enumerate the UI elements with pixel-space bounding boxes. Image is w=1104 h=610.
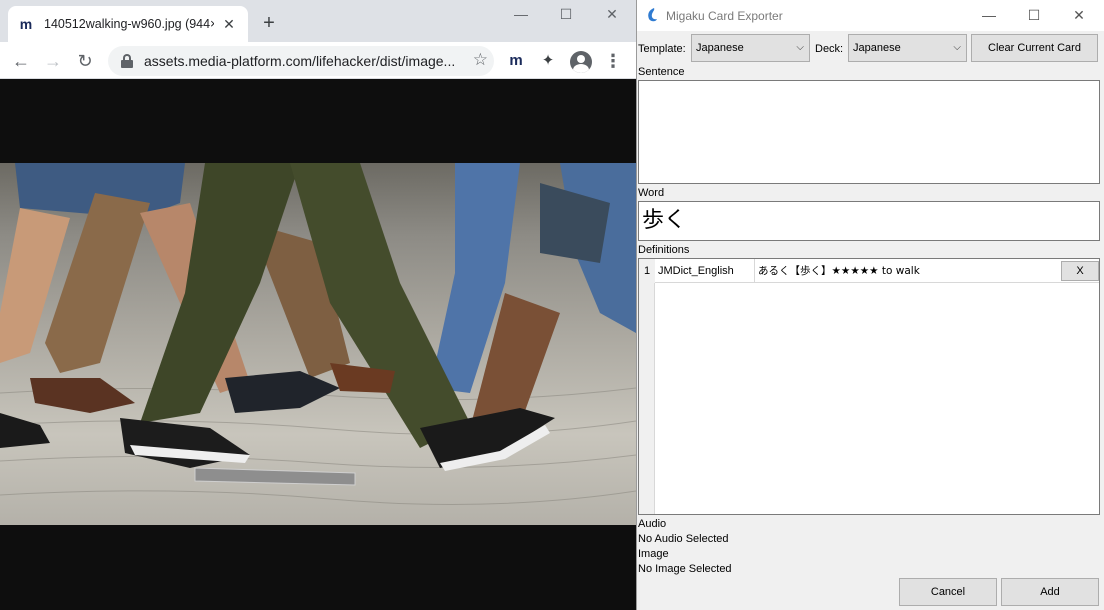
forward-arrow-icon[interactable]: →: [40, 48, 66, 74]
deck-label: Deck:: [815, 43, 844, 55]
sentence-field[interactable]: [638, 80, 1100, 184]
definitions-table[interactable]: 1 JMDict_English あるく【歩く】★★★★★ to walk X: [638, 258, 1100, 515]
deck-dropdown[interactable]: Japanese ⌵: [848, 34, 967, 62]
browser-toolbar: ← → ↻ assets.media-platform.com/lifehack…: [0, 42, 636, 79]
browser-window: m 140512walking-w960.jpg (944×5 ✕ + — ☐ …: [0, 0, 636, 610]
chevron-down-icon: ⌵: [953, 42, 961, 53]
deck-selected-value: Japanese: [853, 42, 901, 54]
browser-menu-icon[interactable]: ⋮: [604, 51, 622, 71]
image-viewer: [0, 79, 636, 610]
cancel-button[interactable]: Cancel: [899, 578, 997, 606]
back-arrow-icon[interactable]: ←: [8, 48, 34, 74]
migaku-extension-icon[interactable]: m: [506, 51, 526, 71]
template-dropdown[interactable]: Japanese ⌵: [691, 34, 810, 62]
dictionary-name-cell[interactable]: JMDict_English: [655, 259, 755, 283]
browser-close-button[interactable]: ✕: [589, 4, 635, 24]
migaku-logo-icon: [648, 8, 657, 22]
table-row[interactable]: 1 JMDict_English あるく【歩く】★★★★★ to walk X: [639, 259, 1099, 283]
tab-close-icon[interactable]: ✕: [220, 15, 238, 33]
remove-definition-button[interactable]: X: [1061, 261, 1099, 281]
definition-text-cell[interactable]: あるく【歩く】★★★★★ to walk: [755, 259, 1061, 283]
tab-favicon-icon: m: [19, 16, 33, 32]
image-label: Image: [638, 548, 669, 560]
migaku-close-button[interactable]: ✕: [1059, 5, 1099, 25]
migaku-minimize-button[interactable]: —: [969, 5, 1009, 25]
migaku-maximize-button[interactable]: ☐: [1014, 5, 1054, 25]
word-value: 歩く: [642, 208, 687, 233]
reload-icon[interactable]: ↻: [72, 48, 98, 74]
row-header-column: [639, 283, 655, 514]
browser-maximize-button[interactable]: ☐: [543, 4, 589, 24]
profile-avatar-icon[interactable]: [570, 51, 592, 73]
migaku-title-bar: Migaku Card Exporter — ☐ ✕: [637, 0, 1104, 31]
row-number: 1: [639, 259, 655, 283]
clear-current-card-button[interactable]: Clear Current Card: [971, 34, 1098, 62]
chevron-down-icon: ⌵: [796, 42, 804, 53]
tab-title: 140512walking-w960.jpg (944×5: [44, 17, 214, 31]
walking-legs-photo: [0, 163, 636, 525]
image-status: No Image Selected: [638, 563, 732, 575]
word-field[interactable]: 歩く: [638, 201, 1100, 241]
browser-minimize-button[interactable]: —: [498, 4, 544, 24]
lock-icon[interactable]: [120, 54, 134, 68]
add-button[interactable]: Add: [1001, 578, 1099, 606]
audio-status: No Audio Selected: [638, 533, 729, 545]
definitions-label: Definitions: [638, 244, 690, 256]
extensions-puzzle-icon[interactable]: ✦: [538, 51, 558, 71]
migaku-window-title: Migaku Card Exporter: [666, 9, 783, 23]
audio-label: Audio: [638, 518, 667, 530]
word-label: Word: [638, 187, 665, 199]
url-text: assets.media-platform.com/lifehacker/dis…: [144, 53, 456, 69]
address-bar[interactable]: assets.media-platform.com/lifehacker/dis…: [108, 46, 494, 76]
bookmark-star-icon[interactable]: ☆: [473, 50, 488, 70]
new-tab-button[interactable]: +: [258, 12, 280, 34]
sentence-label: Sentence: [638, 66, 685, 78]
template-selected-value: Japanese: [696, 42, 744, 54]
browser-tab[interactable]: m 140512walking-w960.jpg (944×5 ✕: [8, 6, 248, 42]
template-label: Template:: [638, 43, 686, 55]
tab-strip: m 140512walking-w960.jpg (944×5 ✕ + — ☐ …: [0, 0, 636, 42]
